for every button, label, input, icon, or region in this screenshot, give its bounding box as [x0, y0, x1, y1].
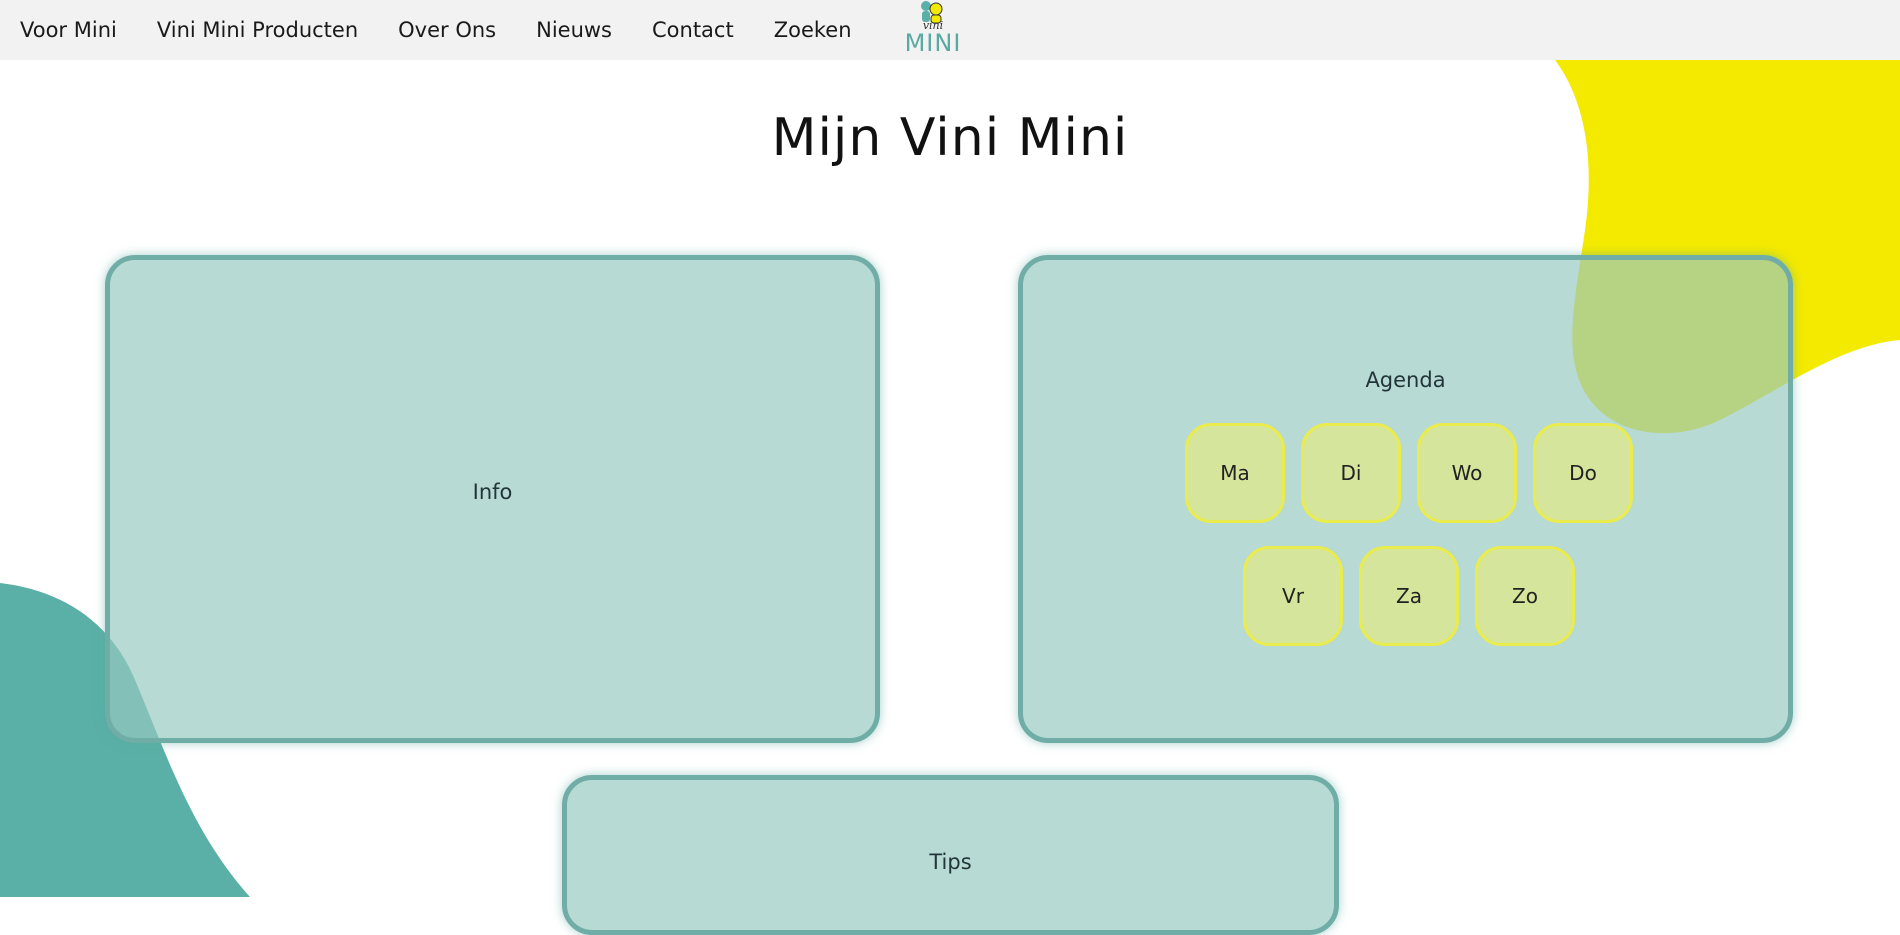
day-button-vr[interactable]: Vr: [1243, 546, 1343, 646]
day-button-di[interactable]: Di: [1301, 423, 1401, 523]
top-navigation: Voor Mini Vini Mini Producten Over Ons N…: [0, 0, 1900, 60]
day-button-wo[interactable]: Wo: [1417, 423, 1517, 523]
day-button-za[interactable]: Za: [1359, 546, 1459, 646]
day-button-zo[interactable]: Zo: [1475, 546, 1575, 646]
info-card-label: Info: [472, 480, 513, 504]
site-logo[interactable]: vini MINI: [900, 0, 966, 58]
agenda-card: Agenda Ma Di Wo Do Vr Za Zo: [1018, 255, 1793, 743]
logo-wordmark: MINI: [904, 29, 962, 57]
page-title: Mijn Vini Mini: [771, 108, 1129, 168]
tips-card[interactable]: Tips: [562, 775, 1339, 935]
nav-item-zoeken[interactable]: Zoeken: [774, 18, 852, 42]
info-card[interactable]: Info: [105, 255, 880, 743]
day-button-ma[interactable]: Ma: [1185, 423, 1285, 523]
nav-item-nieuws[interactable]: Nieuws: [536, 18, 612, 42]
day-button-do[interactable]: Do: [1533, 423, 1633, 523]
nav-item-voor-mini[interactable]: Voor Mini: [20, 18, 117, 42]
agenda-card-label: Agenda: [1365, 368, 1446, 392]
nav-item-vini-mini-producten[interactable]: Vini Mini Producten: [157, 18, 358, 42]
nav-item-over-ons[interactable]: Over Ons: [398, 18, 496, 42]
nav-item-contact[interactable]: Contact: [652, 18, 734, 42]
tips-card-label: Tips: [929, 850, 972, 874]
